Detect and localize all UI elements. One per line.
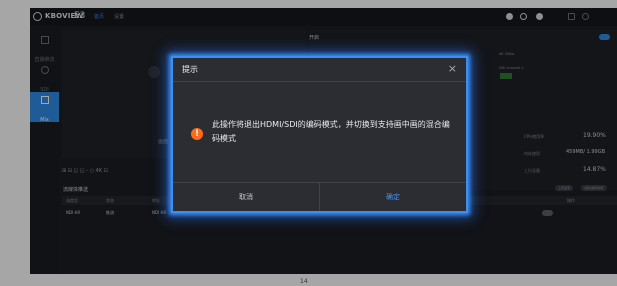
dialog-title: 提示: [182, 65, 198, 74]
cancel-button[interactable]: 取消: [173, 183, 320, 211]
confirm-button[interactable]: 确定: [320, 183, 466, 211]
warning-icon: !: [191, 128, 203, 140]
dialog-actions: 取消 确定: [173, 182, 466, 211]
close-icon[interactable]: ×: [448, 62, 457, 75]
dialog-divider: [173, 81, 466, 82]
confirm-dialog: 提示 × ! 此操作将退出HDMI/SDI的编码模式，并切换到支持画中画的混合编…: [171, 56, 468, 213]
dialog-message: 此操作将退出HDMI/SDI的编码模式，并切换到支持画中画的混合编码模式: [212, 120, 450, 143]
page-number: 14: [300, 278, 308, 285]
